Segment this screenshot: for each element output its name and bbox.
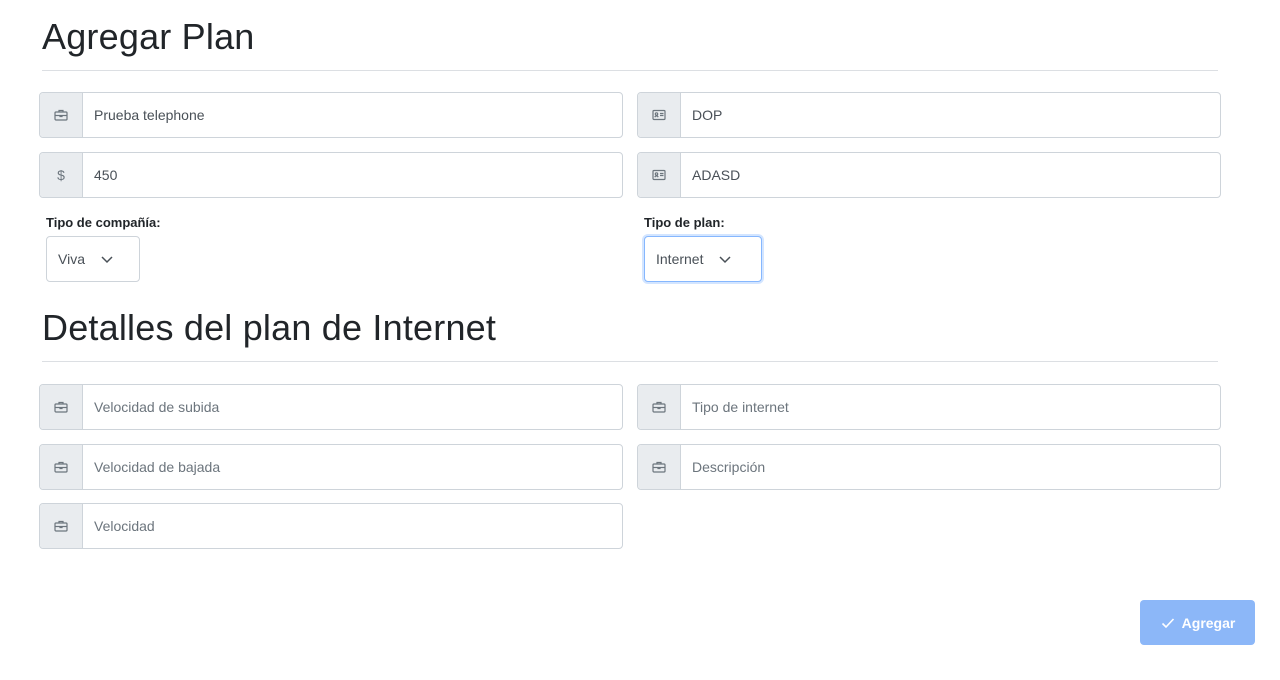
dollar-icon: $ (40, 153, 83, 197)
currency-input[interactable] (681, 93, 1220, 137)
plan-type-select[interactable]: Internet (644, 236, 762, 282)
submit-button[interactable]: Agregar (1140, 600, 1255, 645)
upload-speed-group (39, 384, 623, 430)
code-input[interactable] (681, 153, 1220, 197)
company-type-value: Viva (58, 251, 85, 267)
details-divider (42, 361, 1218, 362)
check-icon (1161, 617, 1174, 628)
id-card-icon (638, 153, 681, 197)
briefcase-icon (638, 385, 681, 429)
plan-type-value: Internet (656, 251, 704, 267)
briefcase-icon (638, 445, 681, 489)
page-title: Agregar Plan (42, 16, 255, 57)
download-speed-group (39, 444, 623, 490)
price-input[interactable] (83, 153, 622, 197)
internet-type-group (637, 384, 1221, 430)
plan-type-label: Tipo de plan: (644, 215, 725, 230)
code-group (637, 152, 1221, 198)
company-type-label: Tipo de compañía: (46, 215, 161, 230)
download-speed-input[interactable] (83, 445, 622, 489)
briefcase-icon (40, 445, 83, 489)
price-group: $ (39, 152, 623, 198)
id-card-icon (638, 93, 681, 137)
description-input[interactable] (681, 445, 1220, 489)
speed-group (39, 503, 623, 549)
plan-name-input[interactable] (83, 93, 622, 137)
plan-name-group (39, 92, 623, 138)
briefcase-icon (40, 385, 83, 429)
briefcase-icon (40, 93, 83, 137)
speed-input[interactable] (83, 504, 622, 548)
briefcase-icon (40, 504, 83, 548)
submit-label: Agregar (1181, 614, 1236, 631)
company-type-select[interactable]: Viva (46, 236, 140, 282)
upload-speed-input[interactable] (83, 385, 622, 429)
title-divider (42, 70, 1218, 71)
chevron-down-icon (719, 256, 732, 264)
currency-group (637, 92, 1221, 138)
internet-type-input[interactable] (681, 385, 1220, 429)
details-title: Detalles del plan de Internet (42, 307, 497, 348)
description-group (637, 444, 1221, 490)
chevron-down-icon (101, 256, 113, 264)
